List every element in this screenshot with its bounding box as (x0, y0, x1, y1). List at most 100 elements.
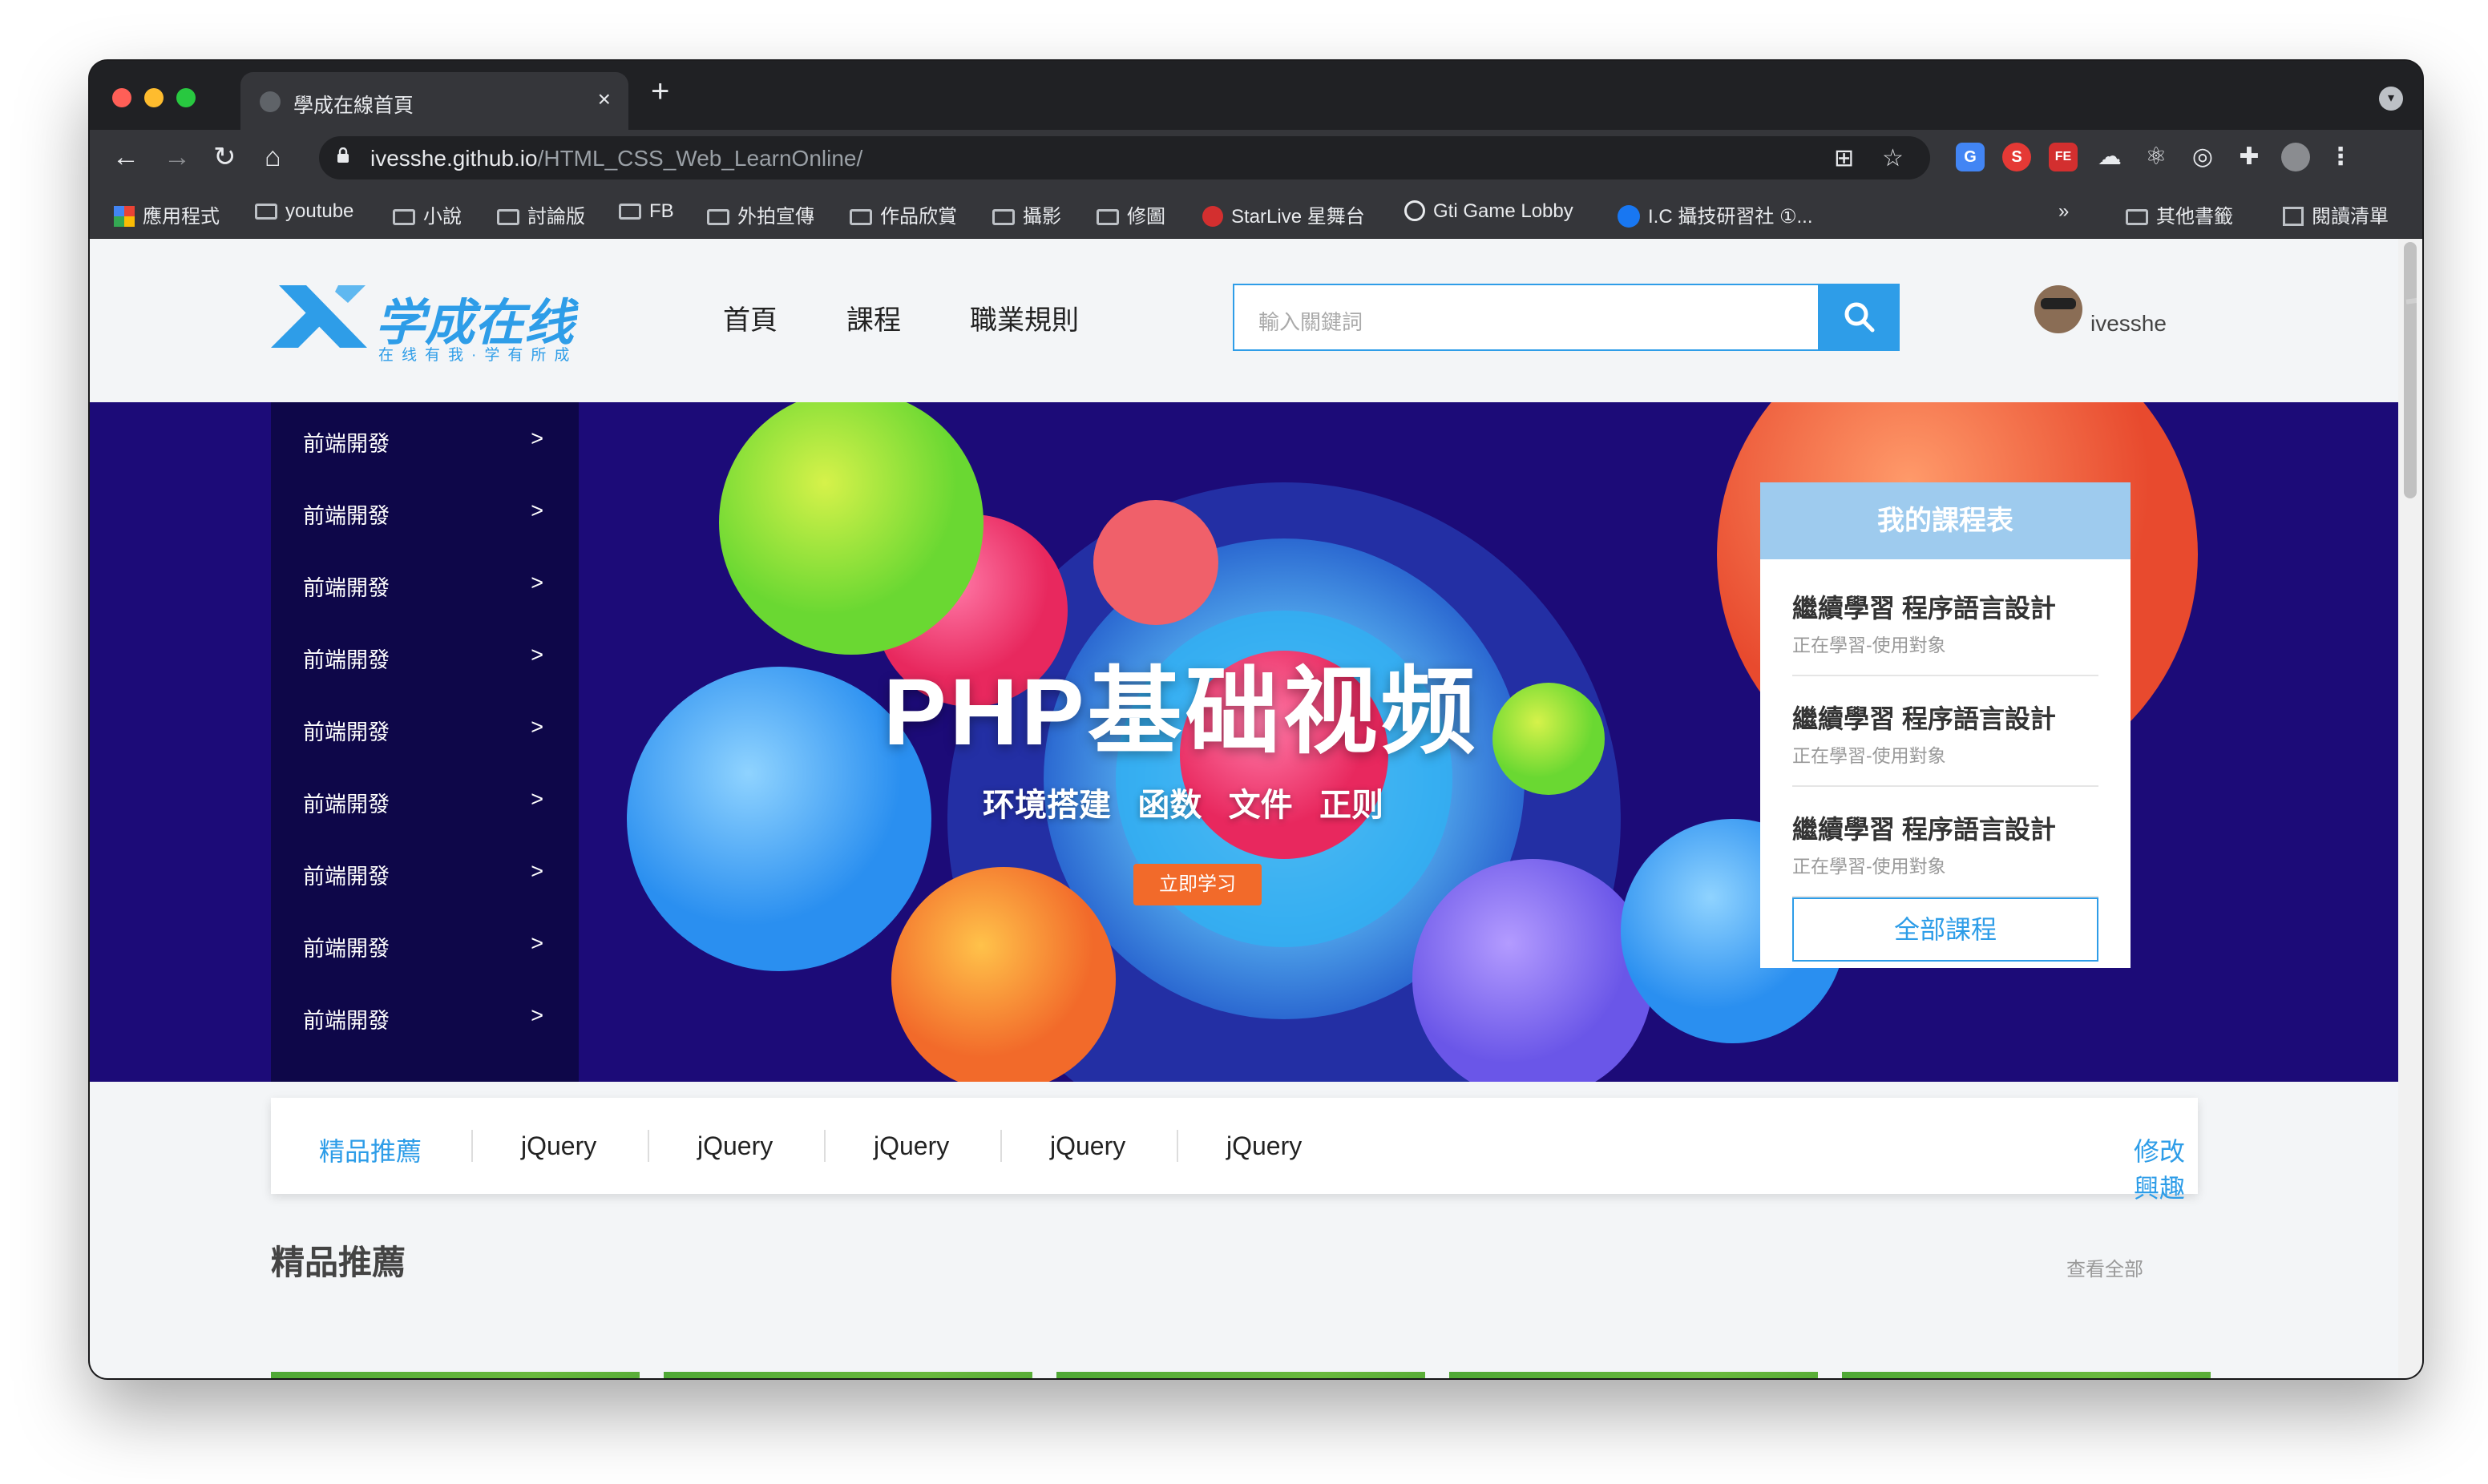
sidebar-item[interactable]: 前端開發 > (303, 643, 543, 675)
chevron-right-icon: > (531, 498, 543, 522)
sidebar-item-label: 前端開發 (303, 648, 390, 672)
bookmark-apps[interactable]: 應用程式 (114, 200, 220, 228)
category-divider (648, 1130, 649, 1162)
url-text: ivesshe.github.io/HTML_CSS_Web_LearnOnli… (370, 146, 862, 171)
chevron-right-icon: > (531, 426, 543, 450)
bookmark-label: 作品欣賞 (880, 206, 957, 228)
forward-icon[interactable]: → (164, 141, 191, 173)
cloud-extension-icon[interactable]: ☁ (2095, 143, 2124, 171)
url-host: ivesshe.github.io (370, 146, 538, 171)
sidebar-item[interactable]: 前端開發 > (303, 571, 543, 603)
category-item[interactable]: jQuery (874, 1131, 949, 1161)
hero-banner[interactable]: PHP基础视频 环境搭建 函数 文件 正则 立即学习 前端開發 > 前端開發 > 前… (90, 402, 2398, 1082)
minimize-window-button[interactable] (144, 88, 164, 107)
site-header: 学成在线 在线有我·学有所成 首頁 課程 職業規則 輸入關鍵詞 ivesshe (90, 239, 2398, 402)
course-list-item[interactable]: 繼續學習 程序語言設計 正在學習-使用對象 (1792, 566, 2098, 676)
all-courses-button[interactable]: 全部課程 (1792, 897, 2098, 962)
sidebar-item[interactable]: 前端開發 > (303, 715, 543, 747)
bookmark-reading-list[interactable]: 閱讀清單 (2283, 200, 2389, 228)
banner-headline: PHP基础视频 (883, 659, 1479, 765)
course-thumbnail[interactable] (1056, 1372, 1425, 1378)
course-thumbnail[interactable] (271, 1372, 640, 1378)
nav-career[interactable]: 職業規則 (970, 298, 1079, 337)
folder-icon (497, 209, 519, 225)
logo-x-icon (271, 285, 367, 348)
chevron-right-icon: > (531, 1003, 543, 1027)
bookmark-label: FB (649, 200, 674, 222)
s-extension-icon[interactable]: S (2002, 143, 2031, 171)
back-icon[interactable]: ← (112, 141, 139, 173)
page-scrollbar[interactable] (2398, 239, 2422, 1378)
sidebar-item[interactable]: 前端開發 > (303, 859, 543, 891)
chevron-right-icon: > (531, 715, 543, 739)
fe-extension-icon[interactable]: FE (2049, 143, 2078, 171)
bookmark-folder[interactable]: 修圖 (1097, 200, 1165, 228)
avatar[interactable] (2034, 285, 2082, 333)
bookmark-folder[interactable]: 作品欣賞 (850, 200, 957, 228)
banner-cta-button[interactable]: 立即学习 (1133, 864, 1262, 905)
translate-icon[interactable]: ⊞ (1834, 144, 1854, 172)
address-bar[interactable]: ivesshe.github.io/HTML_CSS_Web_LearnOnli… (319, 136, 1930, 179)
url-path: /HTML_CSS_Web_LearnOnline/ (537, 146, 863, 171)
bookmark-gti[interactable]: Gti Game Lobby (1404, 200, 1573, 223)
sidebar-item-label: 前端開發 (303, 937, 390, 961)
bookmark-starlive[interactable]: StarLive 星舞台 (1202, 200, 1365, 228)
react-devtools-icon[interactable]: ⚛ (2142, 143, 2171, 171)
google-translate-extension-icon[interactable]: G (1956, 143, 1985, 171)
tab-close-icon[interactable]: × (598, 87, 611, 112)
browser-tab[interactable]: 學成在線首頁 × (240, 72, 628, 130)
browser-window: 學成在線首頁 × + ▾ ← → ↻ ⌂ ivesshe.github.io/H… (90, 61, 2422, 1378)
scrollbar-thumb[interactable] (2404, 242, 2417, 498)
more-bookmarks-chevron-icon[interactable]: » (2058, 200, 2069, 223)
search-input[interactable]: 輸入關鍵詞 (1233, 284, 1820, 351)
nav-courses[interactable]: 課程 (846, 298, 901, 337)
search-placeholder: 輸入關鍵詞 (1258, 310, 1363, 334)
course-thumbnail[interactable] (1842, 1372, 2211, 1378)
tab-strip: 學成在線首頁 × + ▾ (90, 61, 2422, 130)
sidebar-item[interactable]: 前端開發 > (303, 1003, 543, 1035)
bookmark-folder[interactable]: FB (619, 200, 674, 223)
course-thumbnail[interactable] (1449, 1372, 1818, 1378)
nav-home[interactable]: 首頁 (723, 298, 778, 337)
see-all-link[interactable]: 查看全部 (2066, 1253, 2143, 1281)
course-subtitle: 正在學習-使用對象 (1792, 635, 1946, 655)
interest-category-bar: 精品推薦 jQuery jQuery jQuery jQuery jQuery … (271, 1098, 2198, 1203)
folder-icon (619, 204, 641, 220)
category-item[interactable]: jQuery (697, 1131, 773, 1161)
bookmark-folder[interactable]: 小說 (393, 200, 462, 228)
bookmark-other[interactable]: 其他書籤 (2126, 200, 2233, 228)
sidebar-item-label: 前端開發 (303, 576, 390, 600)
course-list-item[interactable]: 繼續學習 程序語言設計 正在學習-使用對象 (1792, 676, 2098, 787)
profile-avatar-icon[interactable] (2281, 143, 2310, 171)
course-list-item[interactable]: 繼續學習 程序語言設計 正在學習-使用對象 (1792, 787, 2098, 897)
bookmark-folder[interactable]: 攝影 (992, 200, 1061, 228)
tab-search-icon[interactable]: ▾ (2379, 87, 2403, 111)
sidebar-item[interactable]: 前端開發 > (303, 426, 543, 458)
bookmark-star-icon[interactable]: ☆ (1882, 144, 1904, 172)
username[interactable]: ivesshe (2090, 311, 2167, 337)
bookmark-facebook[interactable]: I.C 攝技研習社 ①... (1618, 200, 1813, 228)
reload-icon[interactable]: ↻ (213, 141, 236, 173)
target-extension-icon[interactable]: ◎ (2188, 143, 2217, 171)
category-item[interactable]: jQuery (521, 1131, 596, 1161)
bookmark-folder[interactable]: youtube (255, 200, 353, 223)
category-item[interactable]: jQuery (1226, 1131, 1302, 1161)
sidebar-item[interactable]: 前端開發 > (303, 931, 543, 963)
course-thumbnail[interactable] (664, 1372, 1032, 1378)
home-icon[interactable]: ⌂ (265, 141, 281, 173)
close-window-button[interactable] (112, 88, 131, 107)
maximize-window-button[interactable] (176, 88, 196, 107)
bookmark-folder[interactable]: 討論版 (497, 200, 585, 228)
sidebar-item[interactable]: 前端開發 > (303, 787, 543, 819)
edit-interests-link[interactable]: 修改興趣 (2134, 1131, 2198, 1205)
sidebar-item[interactable]: 前端開發 > (303, 498, 543, 530)
bookmark-folder[interactable]: 外拍宣傳 (707, 200, 814, 228)
puzzle-extensions-icon[interactable]: ✚ (2235, 143, 2264, 171)
search-button[interactable] (1818, 284, 1900, 351)
more-menu-icon[interactable]: ⋮ (2326, 143, 2355, 171)
category-item[interactable]: jQuery (1050, 1131, 1125, 1161)
course-subtitle: 正在學習-使用對象 (1792, 745, 1946, 766)
new-tab-button[interactable]: + (651, 75, 669, 107)
banner-tags: 环境搭建 函数 文件 正则 (983, 788, 1384, 823)
category-featured[interactable]: 精品推薦 (319, 1131, 422, 1168)
